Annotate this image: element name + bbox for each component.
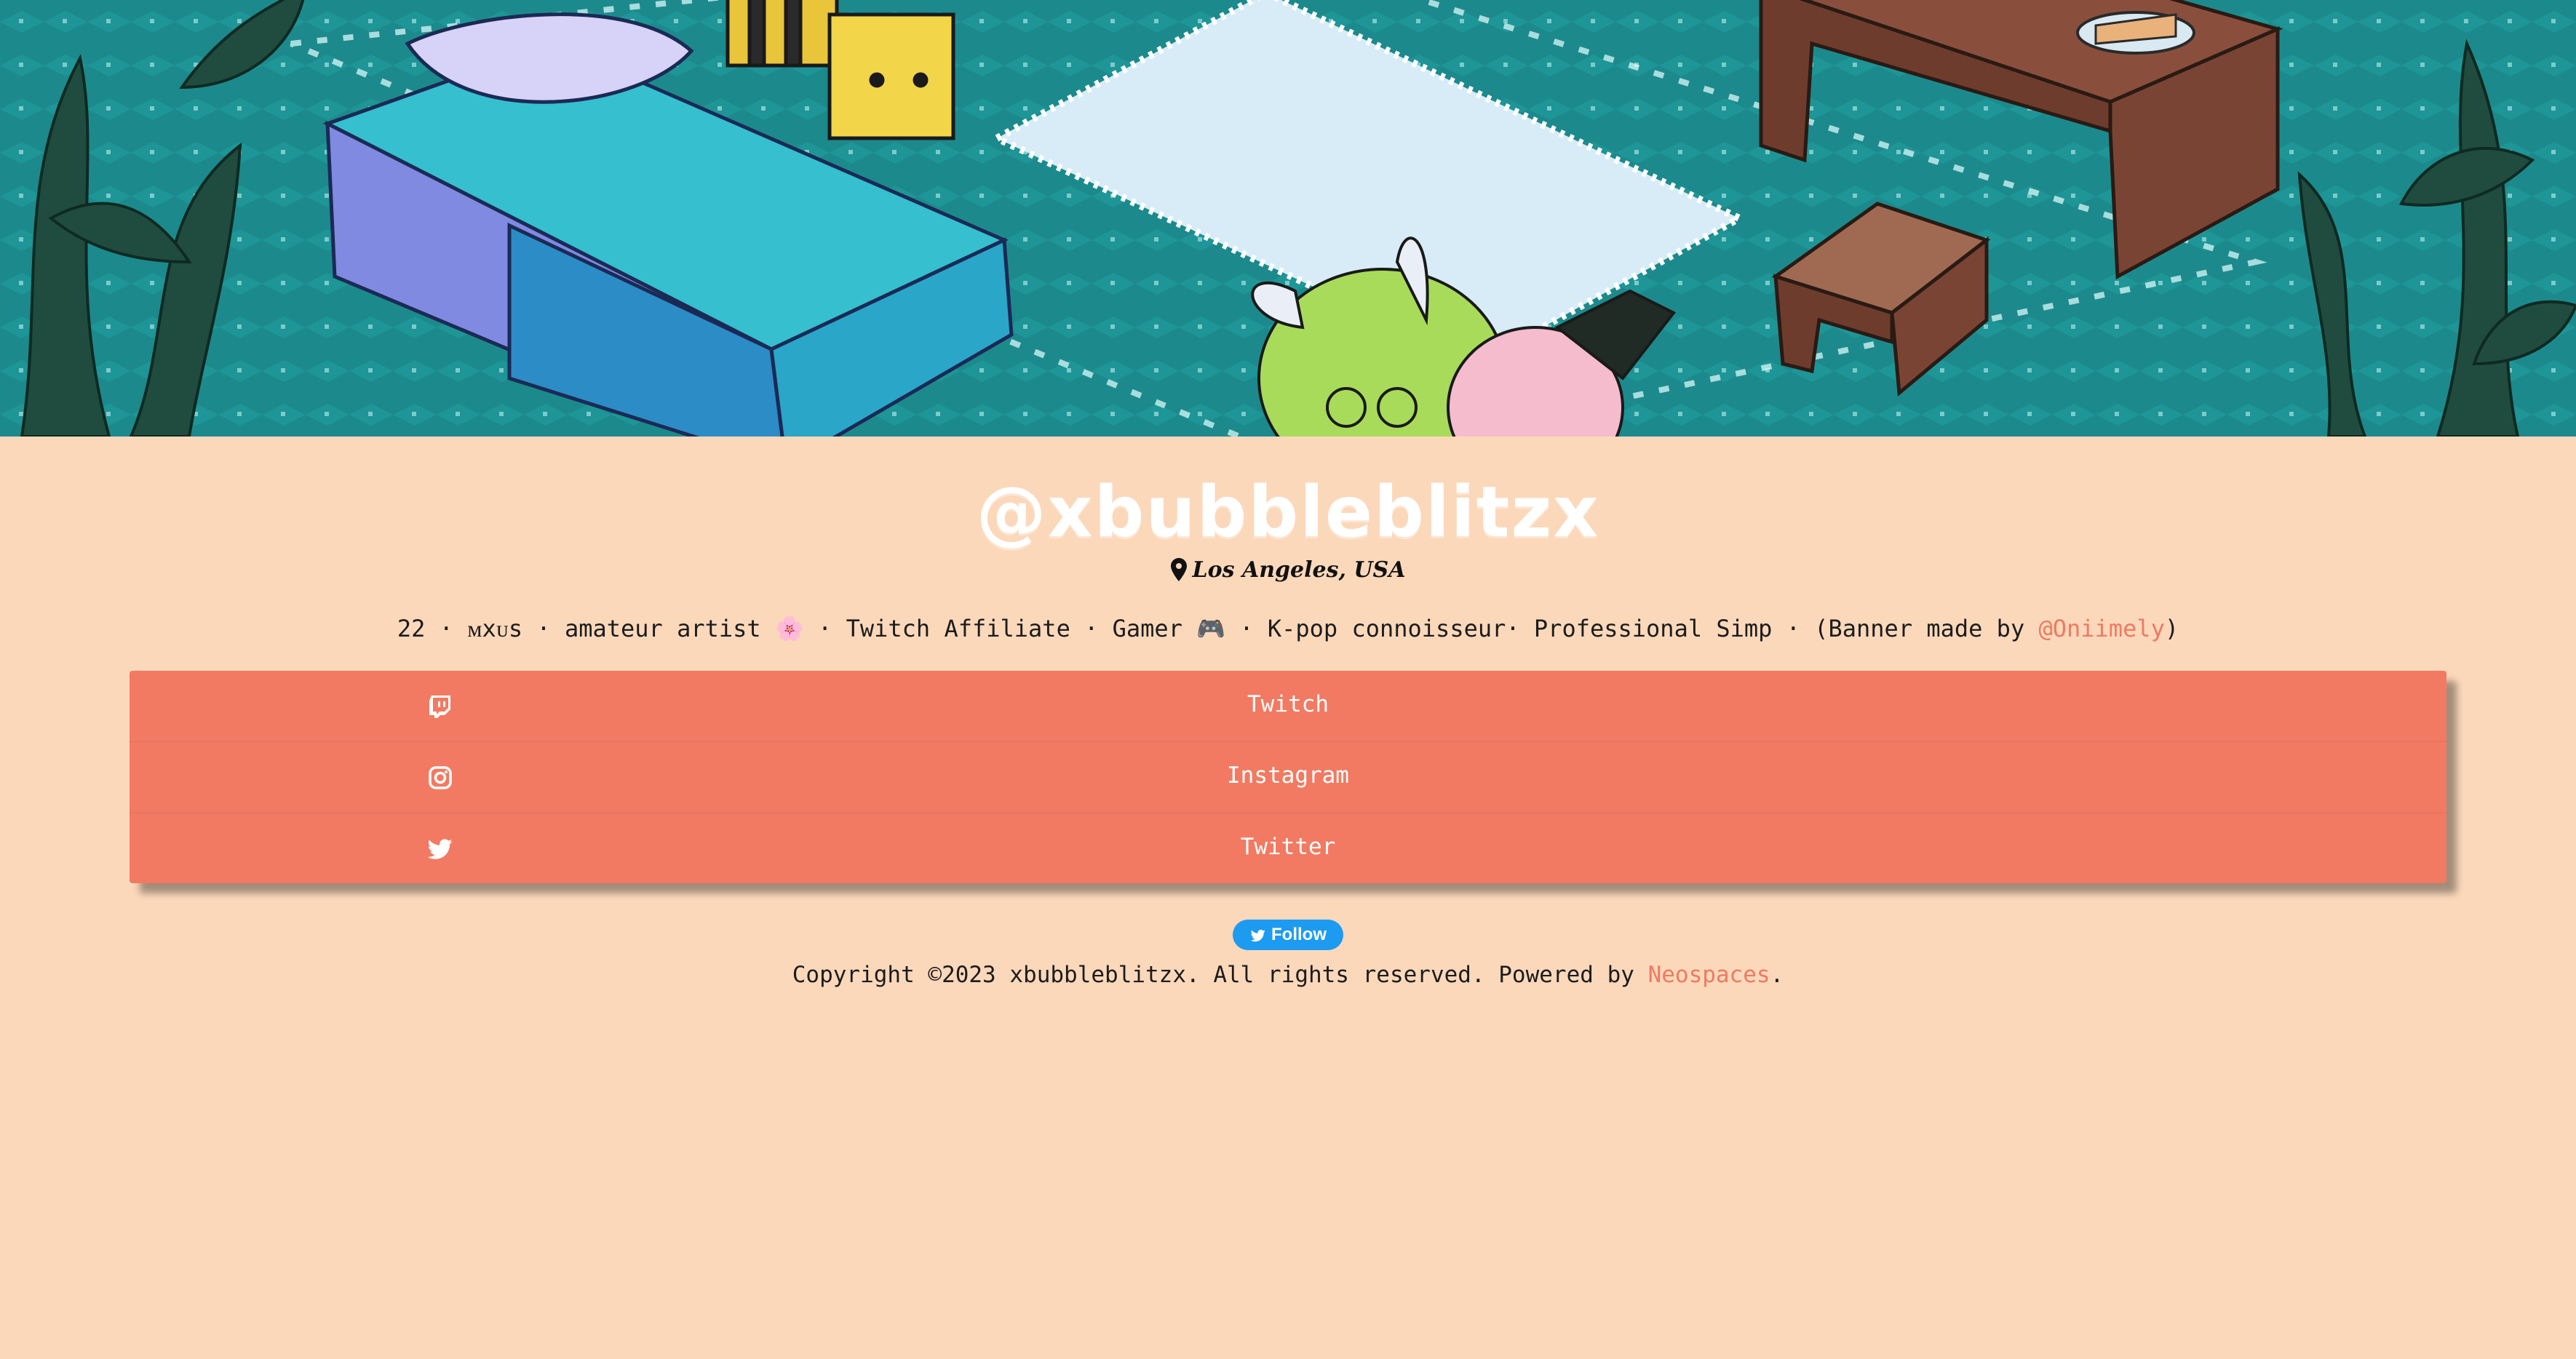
bio-text: 22 · ᴍxᴜs · amateur artist 🌸 · Twitch Af…	[397, 615, 2039, 642]
link-instagram[interactable]: Instagram	[130, 742, 2446, 813]
map-pin-icon	[1170, 558, 1187, 587]
twitter-follow-button[interactable]: Follow	[1233, 920, 1343, 950]
banner-credit-link[interactable]: @Oniimely	[2038, 615, 2164, 642]
follow-label: Follow	[1271, 925, 1327, 944]
copyright-text: Copyright ©2023 xbubbleblitzx. All right…	[792, 962, 1648, 988]
twitter-bird-icon	[1250, 930, 1265, 942]
footer-end: .	[1770, 962, 1784, 988]
location: Los Angeles, USA	[0, 557, 2576, 587]
footer: Copyright ©2023 xbubbleblitzx. All right…	[0, 962, 2576, 988]
location-text: Los Angeles, USA	[1192, 557, 1406, 583]
link-label: Twitter	[1240, 834, 1336, 860]
link-label: Twitch	[1247, 691, 1329, 717]
link-label: Instagram	[1227, 762, 1349, 789]
link-twitter[interactable]: Twitter	[130, 813, 2446, 884]
bio-text-end: )	[2164, 615, 2179, 642]
neospaces-link[interactable]: Neospaces	[1648, 962, 1770, 988]
link-twitch[interactable]: Twitch	[130, 671, 2446, 742]
profile-banner	[0, 0, 2576, 437]
links-panel: Twitch Instagram Twitter	[130, 671, 2446, 883]
username-title: @xbubbleblitzx	[976, 471, 1600, 553]
bio: 22 · ᴍxᴜs · amateur artist 🌸 · Twitch Af…	[0, 615, 2576, 642]
